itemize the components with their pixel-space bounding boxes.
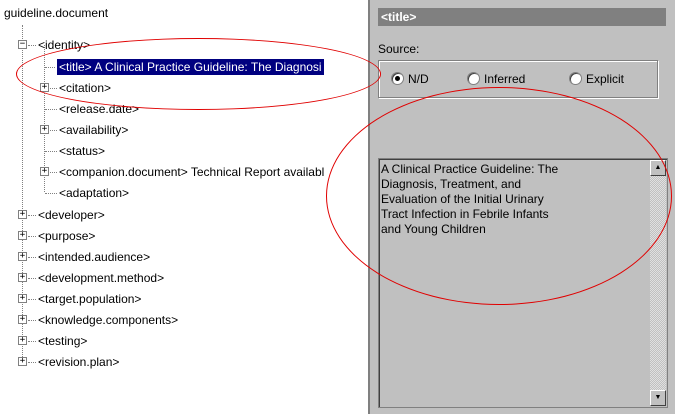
expand-icon[interactable]: + bbox=[18, 357, 27, 366]
tree-item-target-population[interactable]: <target.population> bbox=[36, 291, 143, 307]
expand-icon[interactable]: + bbox=[18, 315, 27, 324]
tree-item-identity[interactable]: <identity> bbox=[36, 37, 92, 53]
detail-panel: <title> Source: N/D Inferred Explicit A … bbox=[370, 0, 675, 414]
tree-connector bbox=[22, 25, 23, 361]
tree-item-availability[interactable]: <availability> bbox=[57, 122, 130, 138]
tree-connector bbox=[50, 172, 57, 173]
window: guideline.document − <identity> <title> … bbox=[0, 0, 675, 414]
tree-connector bbox=[28, 278, 36, 279]
expand-icon[interactable]: + bbox=[40, 125, 49, 134]
expand-icon[interactable]: + bbox=[18, 210, 27, 219]
scroll-down-button[interactable]: ▼ bbox=[650, 390, 666, 406]
tree-connector bbox=[28, 341, 36, 342]
tree-root-label[interactable]: guideline.document bbox=[4, 6, 108, 20]
radio-inferred[interactable]: Inferred bbox=[467, 72, 525, 86]
radio-unchecked-icon bbox=[569, 72, 582, 85]
radio-checked-icon bbox=[391, 72, 404, 85]
title-text-area[interactable]: A Clinical Practice Guideline: The Diagn… bbox=[378, 158, 668, 408]
expand-icon[interactable]: + bbox=[18, 252, 27, 261]
tree-item-development-method[interactable]: <development.method> bbox=[36, 270, 166, 286]
tree-item-knowledge-components[interactable]: <knowledge.components> bbox=[36, 312, 180, 328]
radio-unchecked-icon bbox=[467, 72, 480, 85]
source-radio-group: N/D Inferred Explicit bbox=[378, 60, 658, 98]
expand-icon[interactable]: + bbox=[18, 336, 27, 345]
tree-item-testing[interactable]: <testing> bbox=[36, 333, 89, 349]
radio-explicit[interactable]: Explicit bbox=[569, 72, 624, 86]
tree-connector bbox=[45, 193, 57, 194]
tree-item-companion-document[interactable]: <companion.document> Technical Report av… bbox=[57, 164, 326, 180]
tree-connector bbox=[28, 299, 36, 300]
tree-connector bbox=[28, 45, 36, 46]
expand-icon[interactable]: + bbox=[18, 273, 27, 282]
tree-item-release-date[interactable]: <release.date> bbox=[57, 101, 141, 117]
tree-view[interactable]: guideline.document − <identity> <title> … bbox=[0, 0, 370, 414]
tree-item-citation[interactable]: <citation> bbox=[57, 80, 113, 96]
expand-icon[interactable]: + bbox=[18, 294, 27, 303]
tree-connector bbox=[28, 236, 36, 237]
tree-connector bbox=[45, 67, 57, 68]
arrow-up-icon: ▲ bbox=[654, 164, 662, 171]
tree-connector bbox=[28, 320, 36, 321]
radio-nd[interactable]: N/D bbox=[391, 72, 429, 86]
tree-item-purpose[interactable]: <purpose> bbox=[36, 228, 97, 244]
collapse-icon[interactable]: − bbox=[18, 40, 27, 49]
tree-connector bbox=[28, 215, 36, 216]
expand-icon[interactable]: + bbox=[40, 83, 49, 92]
tree-item-revision-plan[interactable]: <revision.plan> bbox=[36, 354, 121, 370]
tree-item-adaptation[interactable]: <adaptation> bbox=[57, 185, 131, 201]
tree-item-status[interactable]: <status> bbox=[57, 143, 107, 159]
detail-header: <title> bbox=[378, 8, 666, 26]
arrow-down-icon: ▼ bbox=[654, 394, 662, 401]
tree-connector bbox=[45, 109, 57, 110]
tree-connector bbox=[45, 151, 57, 152]
tree-item-title[interactable]: <title> A Clinical Practice Guideline: T… bbox=[56, 58, 325, 76]
source-label: Source: bbox=[378, 42, 420, 56]
tree-connector bbox=[28, 362, 36, 363]
scroll-up-button[interactable]: ▲ bbox=[650, 160, 666, 176]
vertical-scrollbar[interactable]: ▲ ▼ bbox=[650, 160, 666, 406]
tree-item-intended-audience[interactable]: <intended.audience> bbox=[36, 249, 152, 265]
expand-icon[interactable]: + bbox=[18, 231, 27, 240]
tree-item-developer[interactable]: <developer> bbox=[36, 207, 107, 223]
tree-connector bbox=[50, 130, 57, 131]
expand-icon[interactable]: + bbox=[40, 167, 49, 176]
tree-connector bbox=[50, 88, 57, 89]
tree-connector bbox=[28, 257, 36, 258]
title-text[interactable]: A Clinical Practice Guideline: The Diagn… bbox=[381, 162, 599, 237]
